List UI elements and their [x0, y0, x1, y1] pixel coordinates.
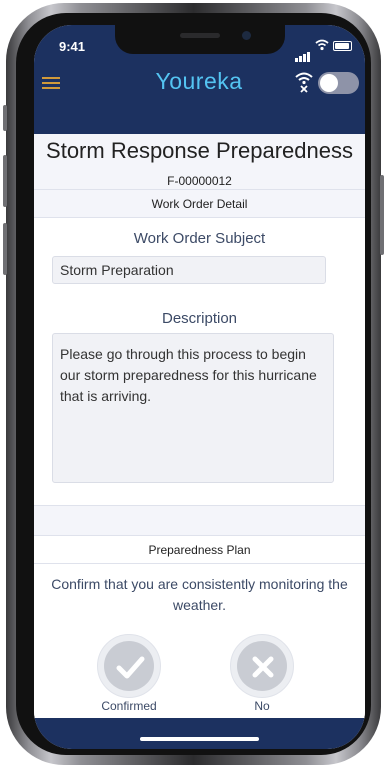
volume-up-button [3, 155, 7, 207]
section-header-work-order: Work Order Detail [34, 189, 365, 218]
battery-icon [333, 41, 352, 51]
sync-toggle[interactable] [318, 72, 359, 94]
toggle-knob [320, 74, 338, 92]
silent-switch [3, 105, 7, 131]
bottom-bar [34, 718, 365, 749]
cellular-signal-icon [295, 44, 311, 62]
description-textarea[interactable]: Please go through this process to begin … [52, 333, 334, 483]
checkmark-icon [116, 656, 145, 679]
wifi-icon [315, 39, 329, 51]
section-header-preparedness: Preparedness Plan [34, 535, 365, 564]
app-logo: Youreka [155, 68, 243, 94]
no-label: No [254, 699, 270, 713]
phone-frame: 9:41 Youreka Storm Response Preparedness… [3, 3, 384, 765]
monitoring-question: Confirm that you are consistently monito… [51, 576, 348, 613]
app-header: 9:41 Youreka [34, 25, 365, 134]
no-button[interactable] [230, 634, 294, 698]
x-icon [252, 656, 274, 678]
description-label: Description [161, 310, 238, 327]
section-spacer [34, 505, 365, 535]
wifi-off-icon[interactable] [295, 71, 313, 93]
notch [115, 25, 285, 54]
power-button [380, 175, 384, 255]
app-screen: 9:41 Youreka Storm Response Preparedness… [34, 25, 365, 749]
front-camera [242, 31, 251, 40]
subject-input[interactable]: Storm Preparation [52, 256, 326, 284]
status-time: 9:41 [59, 39, 86, 54]
volume-down-button [3, 223, 7, 275]
form-title: Storm Response Preparedness [46, 138, 353, 163]
speaker [180, 33, 220, 38]
confirmed-button[interactable] [97, 634, 161, 698]
form-id: F-00000012 [167, 174, 232, 188]
subject-label: Work Order Subject [133, 230, 266, 247]
hamburger-menu-icon[interactable] [42, 77, 60, 90]
confirmed-label: Confirmed [101, 699, 157, 713]
home-indicator[interactable] [140, 737, 259, 741]
